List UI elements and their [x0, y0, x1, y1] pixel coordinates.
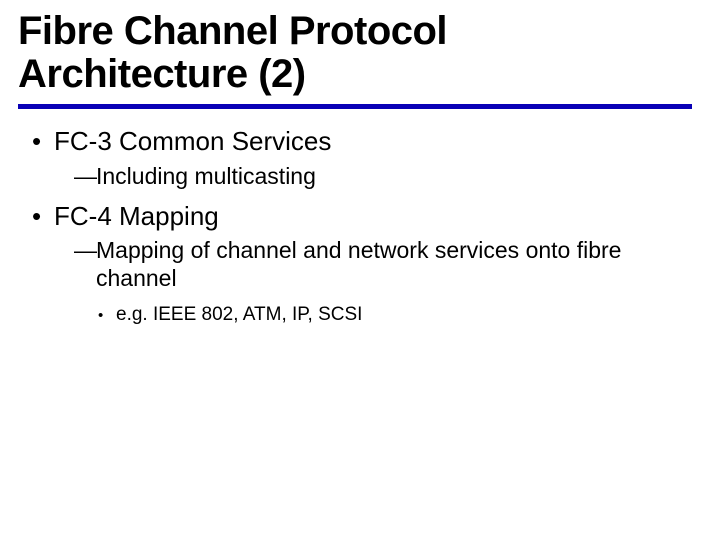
list-item-label: FC-4 Mapping — [54, 200, 692, 233]
bullet-icon: • — [32, 200, 54, 233]
title-underline — [18, 104, 692, 109]
list-item-label: FC-3 Common Services — [54, 125, 692, 158]
list-item: • FC-4 Mapping — [32, 200, 692, 233]
dash-icon: — — [74, 162, 96, 190]
bullet-icon: • — [32, 125, 54, 158]
list-subsubitem: • e.g. IEEE 802, ATM, IP, SCSI — [98, 303, 692, 327]
list-subitem-label: Including multicasting — [96, 162, 692, 190]
title-line-2: Architecture (2) — [18, 52, 306, 96]
bullet-icon: • — [98, 307, 116, 326]
title-line-1: Fibre Channel Protocol — [18, 9, 447, 53]
list-subsubitem-label: e.g. IEEE 802, ATM, IP, SCSI — [116, 303, 692, 327]
dash-icon: — — [74, 236, 96, 264]
slide: Fibre Channel Protocol Architecture (2) … — [0, 0, 720, 540]
list-subitem-label: Mapping of channel and network services … — [96, 236, 692, 292]
list-subitem: — Mapping of channel and network service… — [74, 236, 692, 292]
page-title: Fibre Channel Protocol Architecture (2) — [18, 10, 692, 96]
list-item: • FC-3 Common Services — [32, 125, 692, 158]
list-subitem: — Including multicasting — [74, 162, 692, 190]
